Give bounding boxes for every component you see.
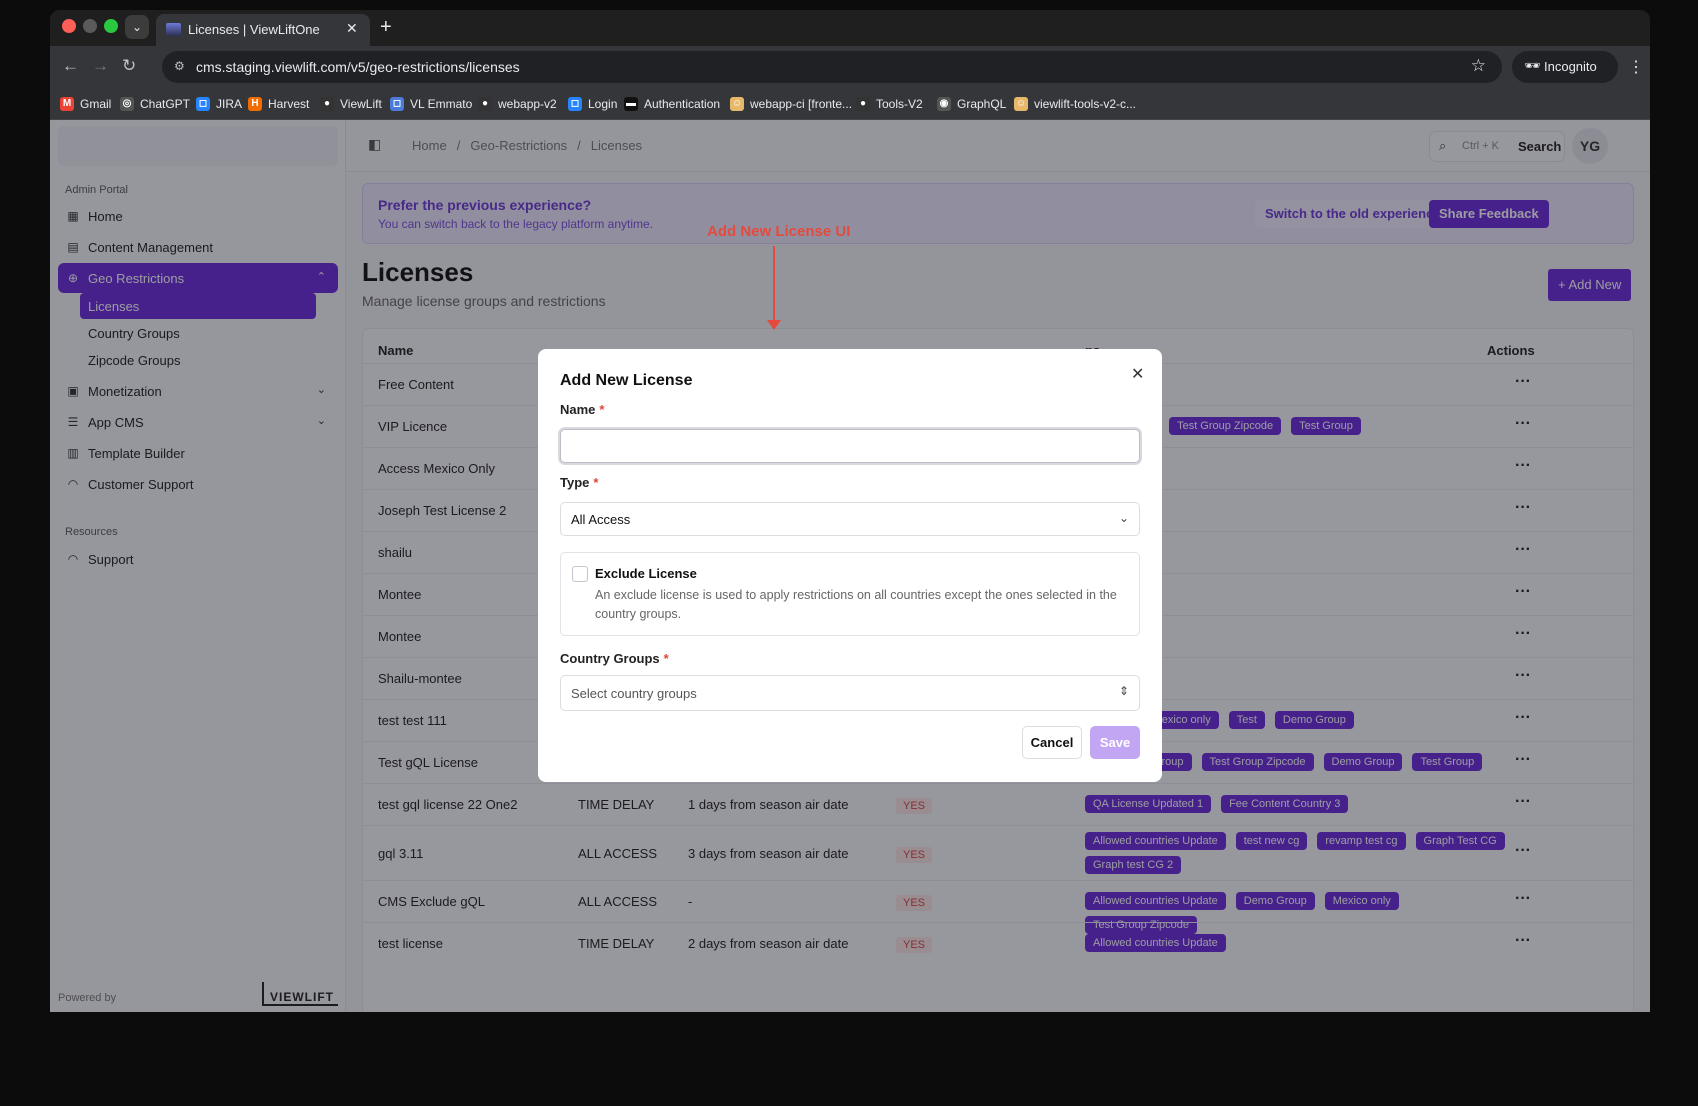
exclude-license-option: Exclude License An exclude license is us… [560,552,1140,636]
name-field-label: Name * [560,402,605,417]
bookmark-favicon-icon: ▬ [624,97,638,111]
bookmark-favicon-icon: ◉ [937,97,951,111]
tab-strip: ⌄ Licenses | ViewLiftOne ✕ + [50,10,1650,46]
back-icon[interactable]: ← [62,56,79,76]
browser-menu-icon[interactable]: ⋮ [1628,57,1644,77]
bookmark-favicon-icon: H [248,97,262,111]
bookmark-item[interactable]: ◻ VL Emmato [390,95,472,113]
minimize-window-button[interactable] [83,19,97,33]
bookmark-item[interactable]: ▬ Authentication [624,95,720,113]
bookmark-label: Gmail [80,97,112,111]
bookmark-favicon-icon: ☺ [1014,97,1028,111]
country-groups-placeholder: Select country groups [571,686,697,701]
bookmark-label: Tools-V2 [876,97,923,111]
maximize-window-button[interactable] [104,19,118,33]
tab-search-button[interactable]: ⌄ [125,15,149,39]
chevron-down-icon: ⌄ [1118,511,1129,525]
bookmark-label: viewlift-tools-v2-c... [1034,97,1137,111]
type-select[interactable]: All Access ⌄ [560,502,1140,536]
annotation-label: Add New License UI [707,223,851,240]
cancel-button[interactable]: Cancel [1022,726,1082,759]
bookmark-label: ChatGPT [140,97,191,111]
bookmark-item[interactable]: ● webapp-v2 [478,95,557,113]
tab-title: Licenses | ViewLiftOne [188,22,320,37]
bookmark-item[interactable]: ☺ viewlift-tools-v2-c... [1014,95,1136,113]
incognito-icon: 🕶 [1524,58,1541,73]
new-tab-button[interactable]: + [380,16,392,39]
bookmark-item[interactable]: ● ViewLift [320,95,382,113]
bookmark-favicon-icon: ◻ [390,97,404,111]
dialog-title: Add New License [560,372,693,389]
bookmark-favicon-icon: ☺ [730,97,744,111]
country-groups-select[interactable]: Select country groups ⇕ [560,675,1140,711]
bookmark-favicon-icon: ◻ [196,97,210,111]
bookmark-favicon-icon: ◎ [120,97,134,111]
add-license-dialog: Add New License ✕ Name * Type * All Access… [538,349,1162,782]
annotation-arrow-head [767,320,781,330]
bookmark-label: Harvest [268,97,310,111]
url-text[interactable]: cms.staging.viewlift.com/v5/geo-restrict… [196,59,520,75]
chevron-up-down-icon: ⇕ [1118,684,1129,698]
bookmark-favicon-icon: ● [856,97,870,111]
address-bar[interactable]: ⚙ cms.staging.viewlift.com/v5/geo-restri… [162,51,1502,83]
incognito-label: Incognito [1544,59,1597,74]
bookmark-label: webapp-ci [fronte... [750,97,853,111]
bookmark-item[interactable]: ● Tools-V2 [856,95,923,113]
bookmark-item[interactable]: M Gmail [60,95,111,113]
bookmark-item[interactable]: ◉ GraphQL [937,95,1006,113]
tab-favicon-icon [166,23,181,36]
bookmark-star-icon[interactable]: ☆ [1471,56,1486,76]
type-field-label: Type * [560,475,599,490]
bookmark-favicon-icon: ● [478,97,492,111]
tab-close-icon[interactable]: ✕ [346,20,358,37]
bookmark-label: JIRA [216,97,243,111]
bookmark-label: webapp-v2 [498,97,557,111]
browser-toolbar: ← → ↻ ⚙ cms.staging.viewlift.com/v5/geo-… [50,46,1650,88]
bookmark-favicon-icon: ● [320,97,334,111]
save-button[interactable]: Save [1090,726,1140,759]
reload-icon[interactable]: ↻ [122,56,136,76]
incognito-badge[interactable]: 🕶 Incognito [1512,51,1618,83]
bookmark-item[interactable]: ◻ Login [568,95,617,113]
name-input[interactable] [560,429,1140,463]
bookmark-item[interactable]: H Harvest [248,95,309,113]
exclude-license-label[interactable]: Exclude License [595,566,697,581]
bookmark-label: ViewLift [340,97,382,111]
forward-icon[interactable]: → [92,56,109,76]
bookmark-label: GraphQL [957,97,1007,111]
bookmark-favicon-icon: M [60,97,74,111]
exclude-license-checkbox[interactable] [572,566,588,582]
bookmark-label: VL Emmato [410,97,473,111]
bookmarks-bar: M Gmail ◎ ChatGPT ◻ JIRA H Harvest ● ViewLift ◻ VL … [50,88,1650,120]
site-settings-icon[interactable]: ⚙ [174,59,185,73]
bookmark-item[interactable]: ◻ JIRA [196,95,242,113]
bookmark-label: Login [588,97,618,111]
country-groups-field-label: Country Groups * [560,651,669,666]
close-icon[interactable]: ✕ [1131,364,1144,384]
active-tab[interactable]: Licenses | ViewLiftOne ✕ [156,14,370,46]
annotation-arrow [773,246,775,326]
bookmark-item[interactable]: ◎ ChatGPT [120,95,190,113]
close-window-button[interactable] [62,19,76,33]
type-selected-value: All Access [571,512,631,527]
chevron-down-icon: ⌄ [131,20,143,34]
bookmark-item[interactable]: ☺ webapp-ci [fronte... [730,95,852,113]
bookmark-label: Authentication [644,97,721,111]
bookmark-favicon-icon: ◻ [568,97,582,111]
exclude-license-description: An exclude license is used to apply rest… [595,588,1117,621]
